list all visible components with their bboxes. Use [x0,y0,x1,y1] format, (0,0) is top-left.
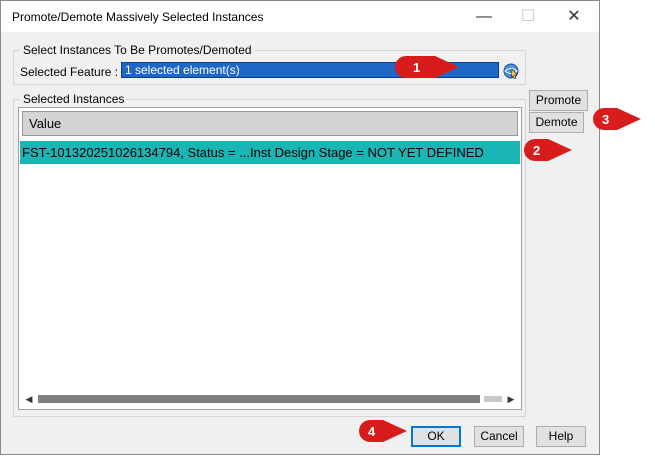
annotation-callout-2: 2 [524,139,572,161]
selected-instances-group-title: Selected Instances [20,92,128,106]
scroll-right-icon[interactable]: ▶ [504,392,518,406]
dialog-window: Promote/Demote Massively Selected Instan… [0,0,600,455]
annotation-number: 3 [602,112,609,127]
ok-button[interactable]: OK [411,426,461,447]
annotation-callout-3: 3 [593,108,641,130]
maximize-button[interactable]: ☐ [505,1,551,32]
annotation-number: 4 [368,424,376,439]
promote-button[interactable]: Promote [529,90,588,111]
title-bar: Promote/Demote Massively Selected Instan… [1,1,599,32]
instances-list[interactable]: Value FST-101320251026134794, Status = .… [18,107,522,410]
cancel-button[interactable]: Cancel [474,426,524,447]
selected-feature-label: Selected Feature : [20,65,119,79]
close-button[interactable]: ✕ [551,1,597,32]
annotation-callout-4: 4 [359,420,407,442]
help-button[interactable]: Help [536,426,586,447]
select-instances-group-title: Select Instances To Be Promotes/Demoted [20,43,255,57]
table-row[interactable]: FST-101320251026134794, Status = ...Inst… [20,141,520,164]
scroll-left-icon[interactable]: ◀ [22,392,36,406]
annotation-number: 1 [413,60,420,75]
column-header-value[interactable]: Value [22,111,518,136]
scrollbar-track[interactable] [38,395,480,403]
horizontal-scrollbar[interactable]: ◀ ▶ [22,392,518,406]
selection-icon[interactable] [501,61,521,81]
annotation-callout-1: 1 [395,56,459,78]
window-title: Promote/Demote Massively Selected Instan… [12,10,264,24]
annotation-number: 2 [533,143,540,158]
demote-button[interactable]: Demote [529,112,584,133]
scrollbar-thumb[interactable] [484,396,502,402]
minimize-button[interactable]: — [461,1,507,32]
